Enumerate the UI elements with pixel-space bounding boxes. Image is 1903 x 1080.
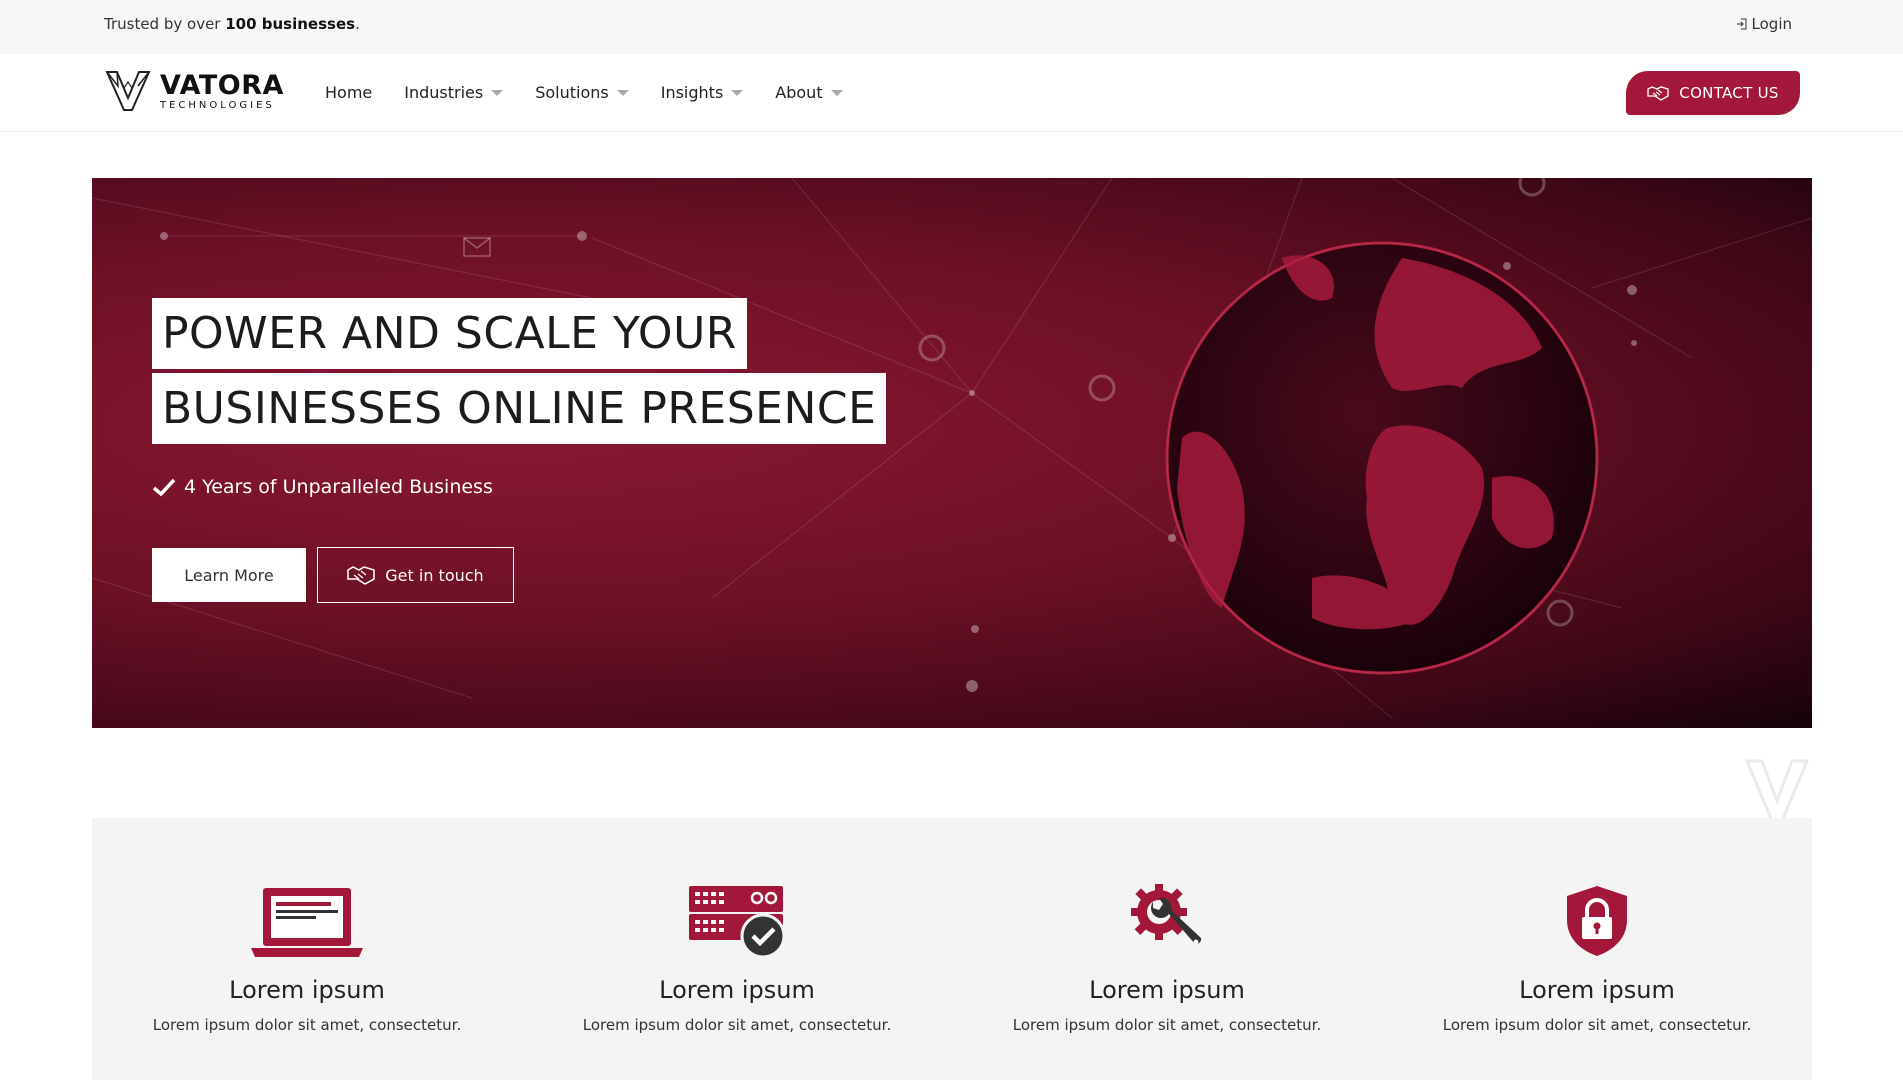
learn-more-label: Learn More <box>184 565 274 585</box>
checkmark-icon <box>152 478 176 497</box>
feature-description: Lorem ipsum dolor sit amet, consectetur. <box>1442 1016 1752 1034</box>
feature-card: Lorem ipsum Lorem ipsum dolor sit amet, … <box>522 818 952 1080</box>
main-nav: Home Industries Solutions Insights About <box>325 83 843 102</box>
feature-description: Lorem ipsum dolor sit amet, consectetur. <box>582 1016 892 1034</box>
main-header: VATORA TECHNOLOGIES Home Industries Solu… <box>0 54 1903 132</box>
hero-title-line-1: POWER AND SCALE YOUR <box>152 298 747 369</box>
nav-home[interactable]: Home <box>325 83 372 102</box>
nav-industries[interactable]: Industries <box>404 83 504 102</box>
caret-down-icon <box>830 89 843 96</box>
login-label: Login <box>1751 15 1792 33</box>
features-section: Lorem ipsum Lorem ipsum dolor sit amet, … <box>92 818 1812 1080</box>
caret-down-icon <box>616 89 629 96</box>
nav-insights[interactable]: Insights <box>661 83 744 102</box>
contact-us-button[interactable]: CONTACT US <box>1626 71 1800 115</box>
trust-prefix: Trusted by over <box>104 15 226 33</box>
feature-title: Lorem ipsum <box>1519 976 1675 1004</box>
get-in-touch-label: Get in touch <box>385 565 484 585</box>
gear-wrench-icon <box>1131 884 1202 945</box>
handshake-icon <box>347 566 376 585</box>
feature-title: Lorem ipsum <box>229 976 385 1004</box>
feature-description: Lorem ipsum dolor sit amet, consectetur. <box>1012 1016 1322 1034</box>
logo[interactable]: VATORA TECHNOLOGIES <box>104 68 284 114</box>
trust-suffix: . <box>355 15 360 33</box>
globe-illustration <box>1165 241 1599 675</box>
hero-checkpoint: 4 Years of Unparalleled Business <box>152 476 493 498</box>
nav-solutions[interactable]: Solutions <box>535 83 629 102</box>
login-link[interactable]: Login <box>1736 15 1792 33</box>
brand-name: VATORA <box>160 69 284 101</box>
checkpoint-text: 4 Years of Unparalleled Business <box>184 476 493 498</box>
learn-more-button[interactable]: Learn More <box>152 548 306 602</box>
nav-about[interactable]: About <box>775 83 843 102</box>
top-bar: Trusted by over 100 businesses. Login <box>0 0 1903 54</box>
contact-us-label: CONTACT US <box>1679 84 1779 102</box>
brand-subtitle: TECHNOLOGIES <box>160 99 275 111</box>
feature-card: Lorem ipsum Lorem ipsum dolor sit amet, … <box>952 818 1382 1080</box>
nav-label: Home <box>325 83 373 102</box>
laptop-icon <box>251 888 363 957</box>
nav-label: Industries <box>404 83 484 102</box>
trust-count: 100 businesses <box>225 15 356 33</box>
trust-text: Trusted by over 100 businesses. <box>104 15 360 33</box>
vatora-logo-icon <box>105 71 151 111</box>
caret-down-icon <box>731 89 744 96</box>
hero-title-line-2: BUSINESSES ONLINE PRESENCE <box>152 373 887 444</box>
nav-label: About <box>775 83 823 102</box>
get-in-touch-button[interactable]: Get in touch <box>317 547 514 603</box>
shield-lock-icon <box>1567 886 1627 956</box>
feature-card: Lorem ipsum Lorem ipsum dolor sit amet, … <box>1382 818 1812 1080</box>
feature-card: Lorem ipsum Lorem ipsum dolor sit amet, … <box>92 818 522 1080</box>
login-icon <box>1736 18 1747 30</box>
vatora-watermark-icon <box>1744 759 1810 823</box>
hero-banner: POWER AND SCALE YOUR BUSINESSES ONLINE P… <box>92 178 1812 728</box>
nav-label: Solutions <box>535 83 609 102</box>
nav-label: Insights <box>660 83 724 102</box>
handshake-icon <box>1647 86 1669 101</box>
server-check-icon <box>689 886 786 958</box>
caret-down-icon <box>491 89 504 96</box>
feature-title: Lorem ipsum <box>1089 976 1245 1004</box>
feature-description: Lorem ipsum dolor sit amet, consectetur. <box>152 1016 462 1034</box>
feature-title: Lorem ipsum <box>659 976 815 1004</box>
